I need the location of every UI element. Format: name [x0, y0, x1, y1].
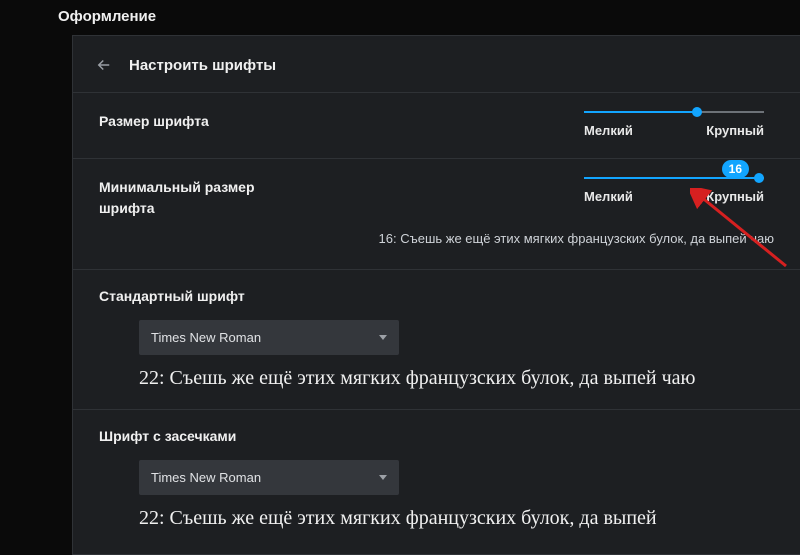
min-font-size-section: Минимальный размер шрифта Мелкий Крупный…: [73, 159, 800, 270]
min-font-size-slider[interactable]: Мелкий Крупный: [584, 177, 764, 204]
font-size-max-tick: Крупный: [706, 123, 764, 138]
standard-font-selected: Times New Roman: [151, 330, 261, 345]
serif-font-selected: Times New Roman: [151, 470, 261, 485]
standard-font-heading: Стандартный шрифт: [99, 288, 774, 304]
standard-font-sample: 22: Съешь же ещё этих мягких французских…: [139, 365, 699, 391]
font-size-slider[interactable]: Мелкий Крупный: [584, 111, 764, 138]
serif-font-sample: 22: Съешь же ещё этих мягких французских…: [139, 505, 699, 531]
chevron-down-icon: [379, 335, 387, 340]
font-size-fill: [584, 111, 697, 113]
min-font-size-min-tick: Мелкий: [584, 189, 633, 204]
header-row: Настроить шрифты: [73, 36, 800, 93]
standard-font-section: Стандартный шрифт Times New Roman 22: Съ…: [73, 270, 800, 410]
font-size-min-tick: Мелкий: [584, 123, 633, 138]
font-size-thumb[interactable]: [692, 107, 702, 117]
min-font-size-sample: 16: Съешь же ещё этих мягких французских…: [99, 229, 774, 249]
arrow-left-icon: [95, 56, 113, 74]
standard-font-select[interactable]: Times New Roman: [139, 320, 399, 355]
settings-panel: Настроить шрифты 16 Размер шрифта Мелкий…: [72, 35, 800, 555]
chevron-down-icon: [379, 475, 387, 480]
header-title: Настроить шрифты: [129, 57, 276, 74]
min-font-size-thumb[interactable]: [754, 173, 764, 183]
serif-font-select[interactable]: Times New Roman: [139, 460, 399, 495]
serif-font-heading: Шрифт с засечками: [99, 428, 774, 444]
min-font-size-badge: 16: [722, 160, 749, 178]
back-button[interactable]: [93, 54, 115, 76]
min-font-size-label: Минимальный размер шрифта: [99, 177, 299, 219]
min-font-size-max-tick: Крупный: [706, 189, 764, 204]
font-size-label: Размер шрифта: [99, 111, 209, 132]
serif-font-section: Шрифт с засечками Times New Roman 22: Съ…: [73, 410, 800, 549]
page-title: Оформление: [0, 0, 800, 35]
font-size-section: Размер шрифта Мелкий Крупный: [73, 93, 800, 159]
